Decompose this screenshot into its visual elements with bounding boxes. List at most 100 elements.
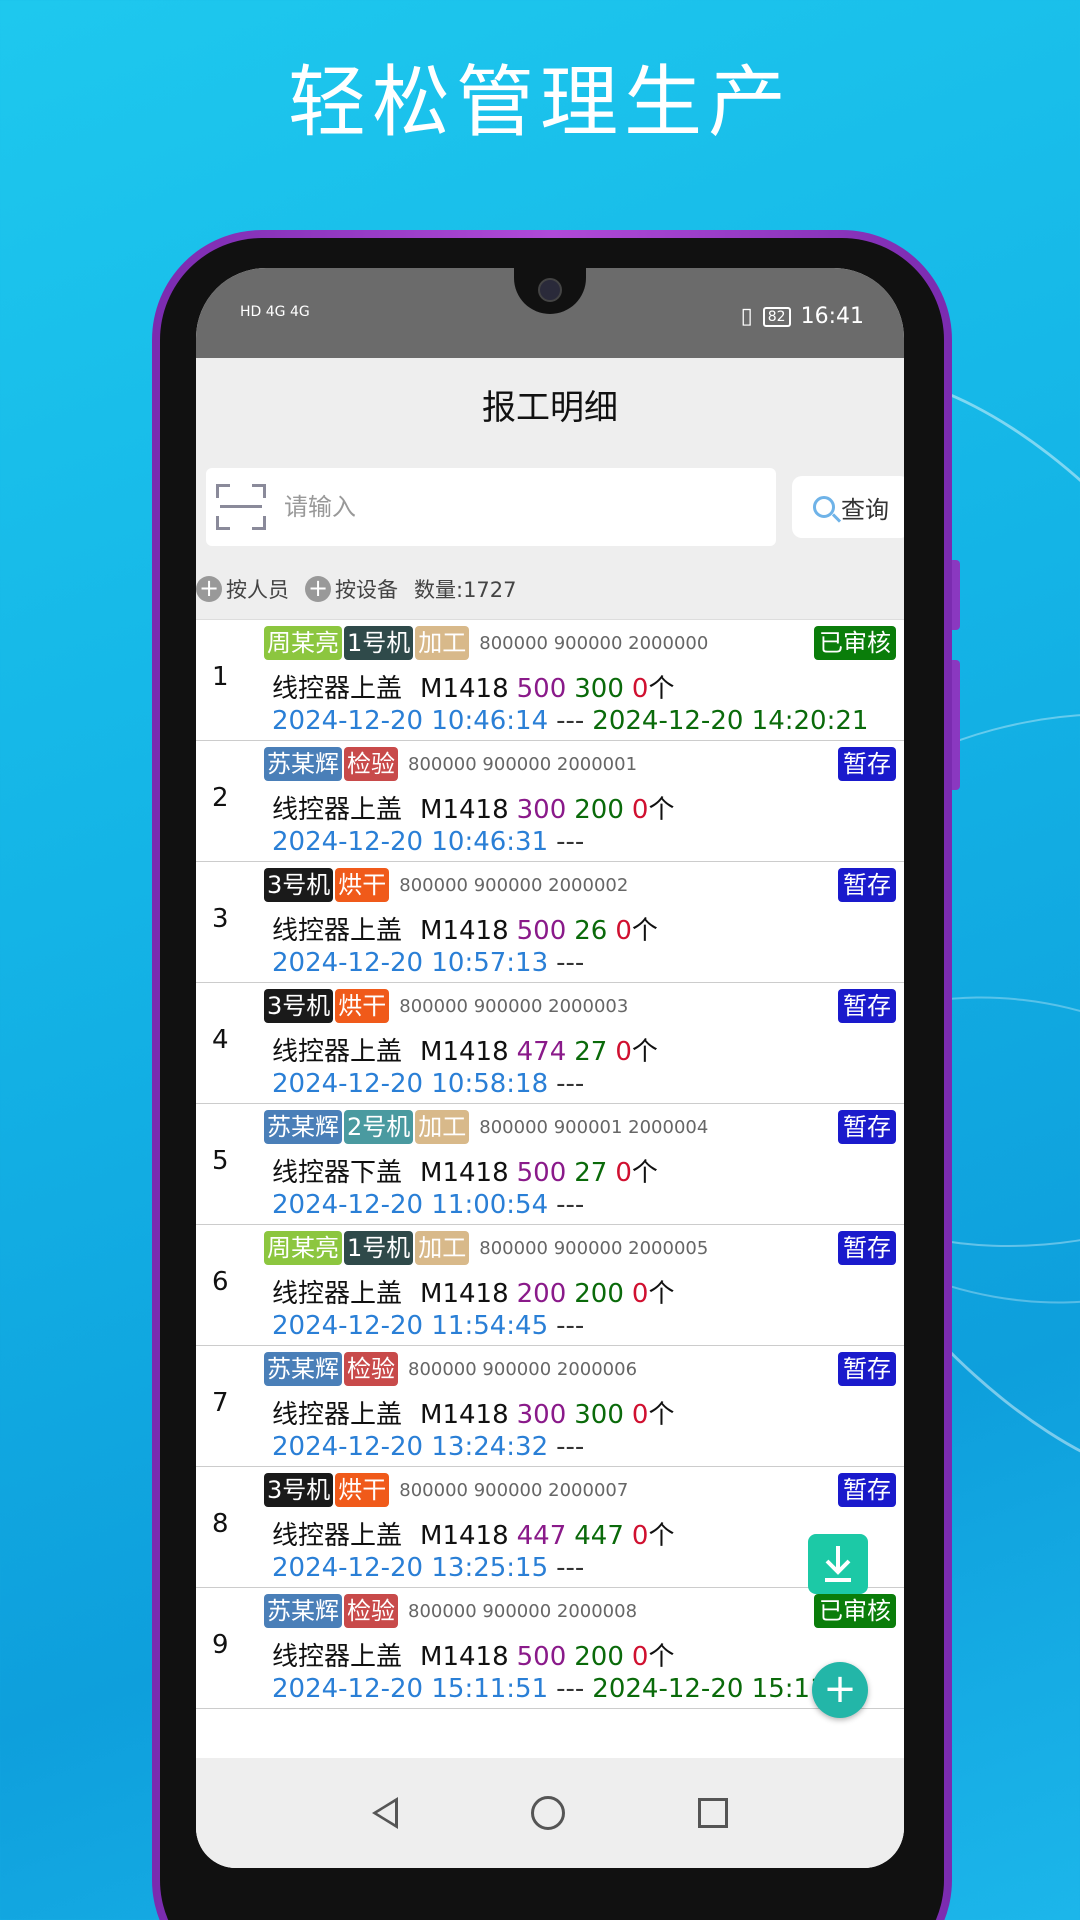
- product-line: 线控器上盖 M1418 300 300 0个: [272, 1394, 674, 1431]
- tag-chip: 周某亮: [264, 626, 342, 660]
- status-right: ▯ 82 16:41: [741, 304, 864, 329]
- status-badge: 暂存: [838, 1231, 896, 1265]
- part-number: M1418: [420, 1158, 509, 1188]
- tag-chip: 加工: [415, 1110, 470, 1144]
- unit-label: 个: [631, 1158, 658, 1188]
- quantity-defect: 0: [615, 916, 632, 946]
- order-code: 800000 900000 2000005: [479, 1237, 709, 1259]
- list-item[interactable]: 8 3号机 烘干 800000 900000 2000007 暂存 线控器上盖 M1…: [196, 1467, 904, 1588]
- time-line: 2024-12-20 10:46:31 ---: [272, 827, 584, 857]
- quantity-defect: 0: [631, 795, 649, 825]
- tag-chip: 2号机: [344, 1110, 414, 1144]
- phone-screen: HD 4G 4G ▯ 82 16:41 报工明细 请输入 查询 + 按人员 + …: [196, 268, 904, 1868]
- clock: 16:41: [800, 304, 864, 329]
- time-separator: ---: [556, 1069, 585, 1099]
- tag-group: 苏某辉 2号机 加工 800000 900001 2000004: [264, 1110, 708, 1144]
- row-index: 4: [212, 1025, 229, 1055]
- back-icon[interactable]: [372, 1797, 399, 1829]
- scan-icon[interactable]: [216, 484, 266, 530]
- product-line: 线控器上盖 M1418 500 26 0个: [272, 910, 658, 947]
- time-separator: ---: [556, 1674, 585, 1704]
- download-icon: [825, 1546, 851, 1582]
- system-nav-bar: [196, 1758, 904, 1868]
- tag-group: 苏某辉 检验 800000 900000 2000001: [264, 747, 637, 781]
- search-input[interactable]: [284, 493, 684, 521]
- quantity-good: 300: [574, 1400, 624, 1430]
- camera-icon: [538, 278, 562, 302]
- signal-indicators: HD 4G 4G: [240, 304, 310, 320]
- status-badge: 暂存: [838, 989, 896, 1023]
- order-code: 800000 900000 2000002: [399, 874, 629, 896]
- tag-group: 周某亮 1号机 加工 800000 900000 2000000: [264, 626, 708, 660]
- list-item[interactable]: 6 周某亮 1号机 加工 800000 900000 2000005 暂存 线控器上…: [196, 1225, 904, 1346]
- time-separator: ---: [556, 1311, 585, 1341]
- filter-by-person[interactable]: + 按人员: [196, 574, 289, 604]
- list-item[interactable]: 9 苏某辉 检验 800000 900000 2000008 已审核 线控器上盖 M…: [196, 1588, 904, 1709]
- row-index: 7: [212, 1388, 229, 1418]
- time-line: 2024-12-20 10:57:13 ---: [272, 948, 584, 978]
- tag-chip: 3号机: [264, 868, 334, 902]
- order-code: 800000 900000 2000000: [479, 632, 709, 654]
- battery-icon: 82: [762, 306, 791, 327]
- product-name: 线控器上盖: [272, 1521, 403, 1551]
- product-name: 线控器上盖: [272, 1037, 403, 1067]
- quantity-planned: 447: [516, 1521, 567, 1551]
- product-line: 线控器上盖 M1418 300 200 0个: [272, 789, 674, 826]
- quantity-good: 26: [574, 916, 608, 946]
- filter-by-device[interactable]: + 按设备: [305, 574, 398, 604]
- order-code: 800000 900000 2000008: [408, 1600, 638, 1622]
- tag-group: 3号机 烘干 800000 900000 2000002: [264, 868, 628, 902]
- tag-chip: 1号机: [344, 626, 414, 660]
- product-line: 线控器上盖 M1418 500 200 0个: [272, 1636, 674, 1673]
- list-item[interactable]: 3 3号机 烘干 800000 900000 2000002 暂存 线控器上盖 M1…: [196, 862, 904, 983]
- power-button: [952, 660, 960, 790]
- time-line: 2024-12-20 15:11:51 --- 2024-12-20 15:11:5…: [272, 1674, 868, 1704]
- plus-circle-icon: +: [196, 575, 222, 602]
- vibrate-icon: ▯: [740, 304, 753, 329]
- unit-label: 个: [648, 1400, 675, 1430]
- product-name: 线控器上盖: [272, 1279, 403, 1309]
- tag-group: 苏某辉 检验 800000 900000 2000008: [264, 1594, 637, 1628]
- time-line: 2024-12-20 11:54:45 ---: [272, 1311, 584, 1341]
- tag-group: 3号机 烘干 800000 900000 2000007: [264, 1473, 628, 1507]
- product-name: 线控器下盖: [272, 1158, 403, 1188]
- unit-label: 个: [648, 1521, 675, 1551]
- recent-apps-icon[interactable]: [697, 1798, 728, 1828]
- product-name: 线控器上盖: [272, 1400, 403, 1430]
- tag-chip: 检验: [344, 1352, 398, 1386]
- query-button[interactable]: 查询: [792, 476, 904, 538]
- start-time: 2024-12-20 15:11:51: [272, 1674, 549, 1704]
- list-item[interactable]: 1 周某亮 1号机 加工 800000 900000 2000000 已审核 线控器…: [196, 620, 904, 741]
- tag-group: 苏某辉 检验 800000 900000 2000006: [264, 1352, 637, 1386]
- list-item[interactable]: 4 3号机 烘干 800000 900000 2000003 暂存 线控器上盖 M1…: [196, 983, 904, 1104]
- tag-chip: 周某亮: [264, 1231, 342, 1265]
- part-number: M1418: [420, 916, 509, 946]
- status-bar: HD 4G 4G ▯ 82 16:41: [196, 268, 904, 358]
- search-row: 查询: [196, 468, 904, 558]
- download-button[interactable]: [808, 1534, 868, 1594]
- page-title: 报工明细: [196, 358, 904, 468]
- quantity-defect: 0: [631, 1642, 649, 1672]
- row-index: 8: [212, 1509, 229, 1539]
- unit-label: 个: [631, 1037, 658, 1067]
- quantity-defect: 0: [615, 1037, 632, 1067]
- time-separator: ---: [556, 1553, 585, 1583]
- filter-by-device-label: 按设备: [335, 577, 398, 602]
- list-item[interactable]: 5 苏某辉 2号机 加工 800000 900001 2000004 暂存 线控器下…: [196, 1104, 904, 1225]
- list-item[interactable]: 7 苏某辉 检验 800000 900000 2000006 暂存 线控器上盖 M1…: [196, 1346, 904, 1467]
- list-item[interactable]: 2 苏某辉 检验 800000 900000 2000001 暂存 线控器上盖 M1…: [196, 741, 904, 862]
- start-time: 2024-12-20 11:54:45: [272, 1311, 549, 1341]
- quantity-planned: 500: [516, 1642, 567, 1672]
- unit-label: 个: [631, 916, 658, 946]
- status-badge: 暂存: [838, 1473, 896, 1507]
- add-button[interactable]: +: [812, 1662, 868, 1718]
- status-badge: 暂存: [838, 1110, 896, 1144]
- product-name: 线控器上盖: [272, 1642, 403, 1672]
- quantity-good: 200: [574, 795, 624, 825]
- tag-chip: 烘干: [335, 868, 390, 902]
- home-icon[interactable]: [530, 1796, 565, 1830]
- quantity-planned: 500: [516, 1158, 567, 1188]
- quantity-defect: 0: [631, 1521, 649, 1551]
- tag-chip: 苏某辉: [264, 1352, 342, 1386]
- time-line: 2024-12-20 10:46:14 --- 2024-12-20 14:20:2…: [272, 706, 868, 736]
